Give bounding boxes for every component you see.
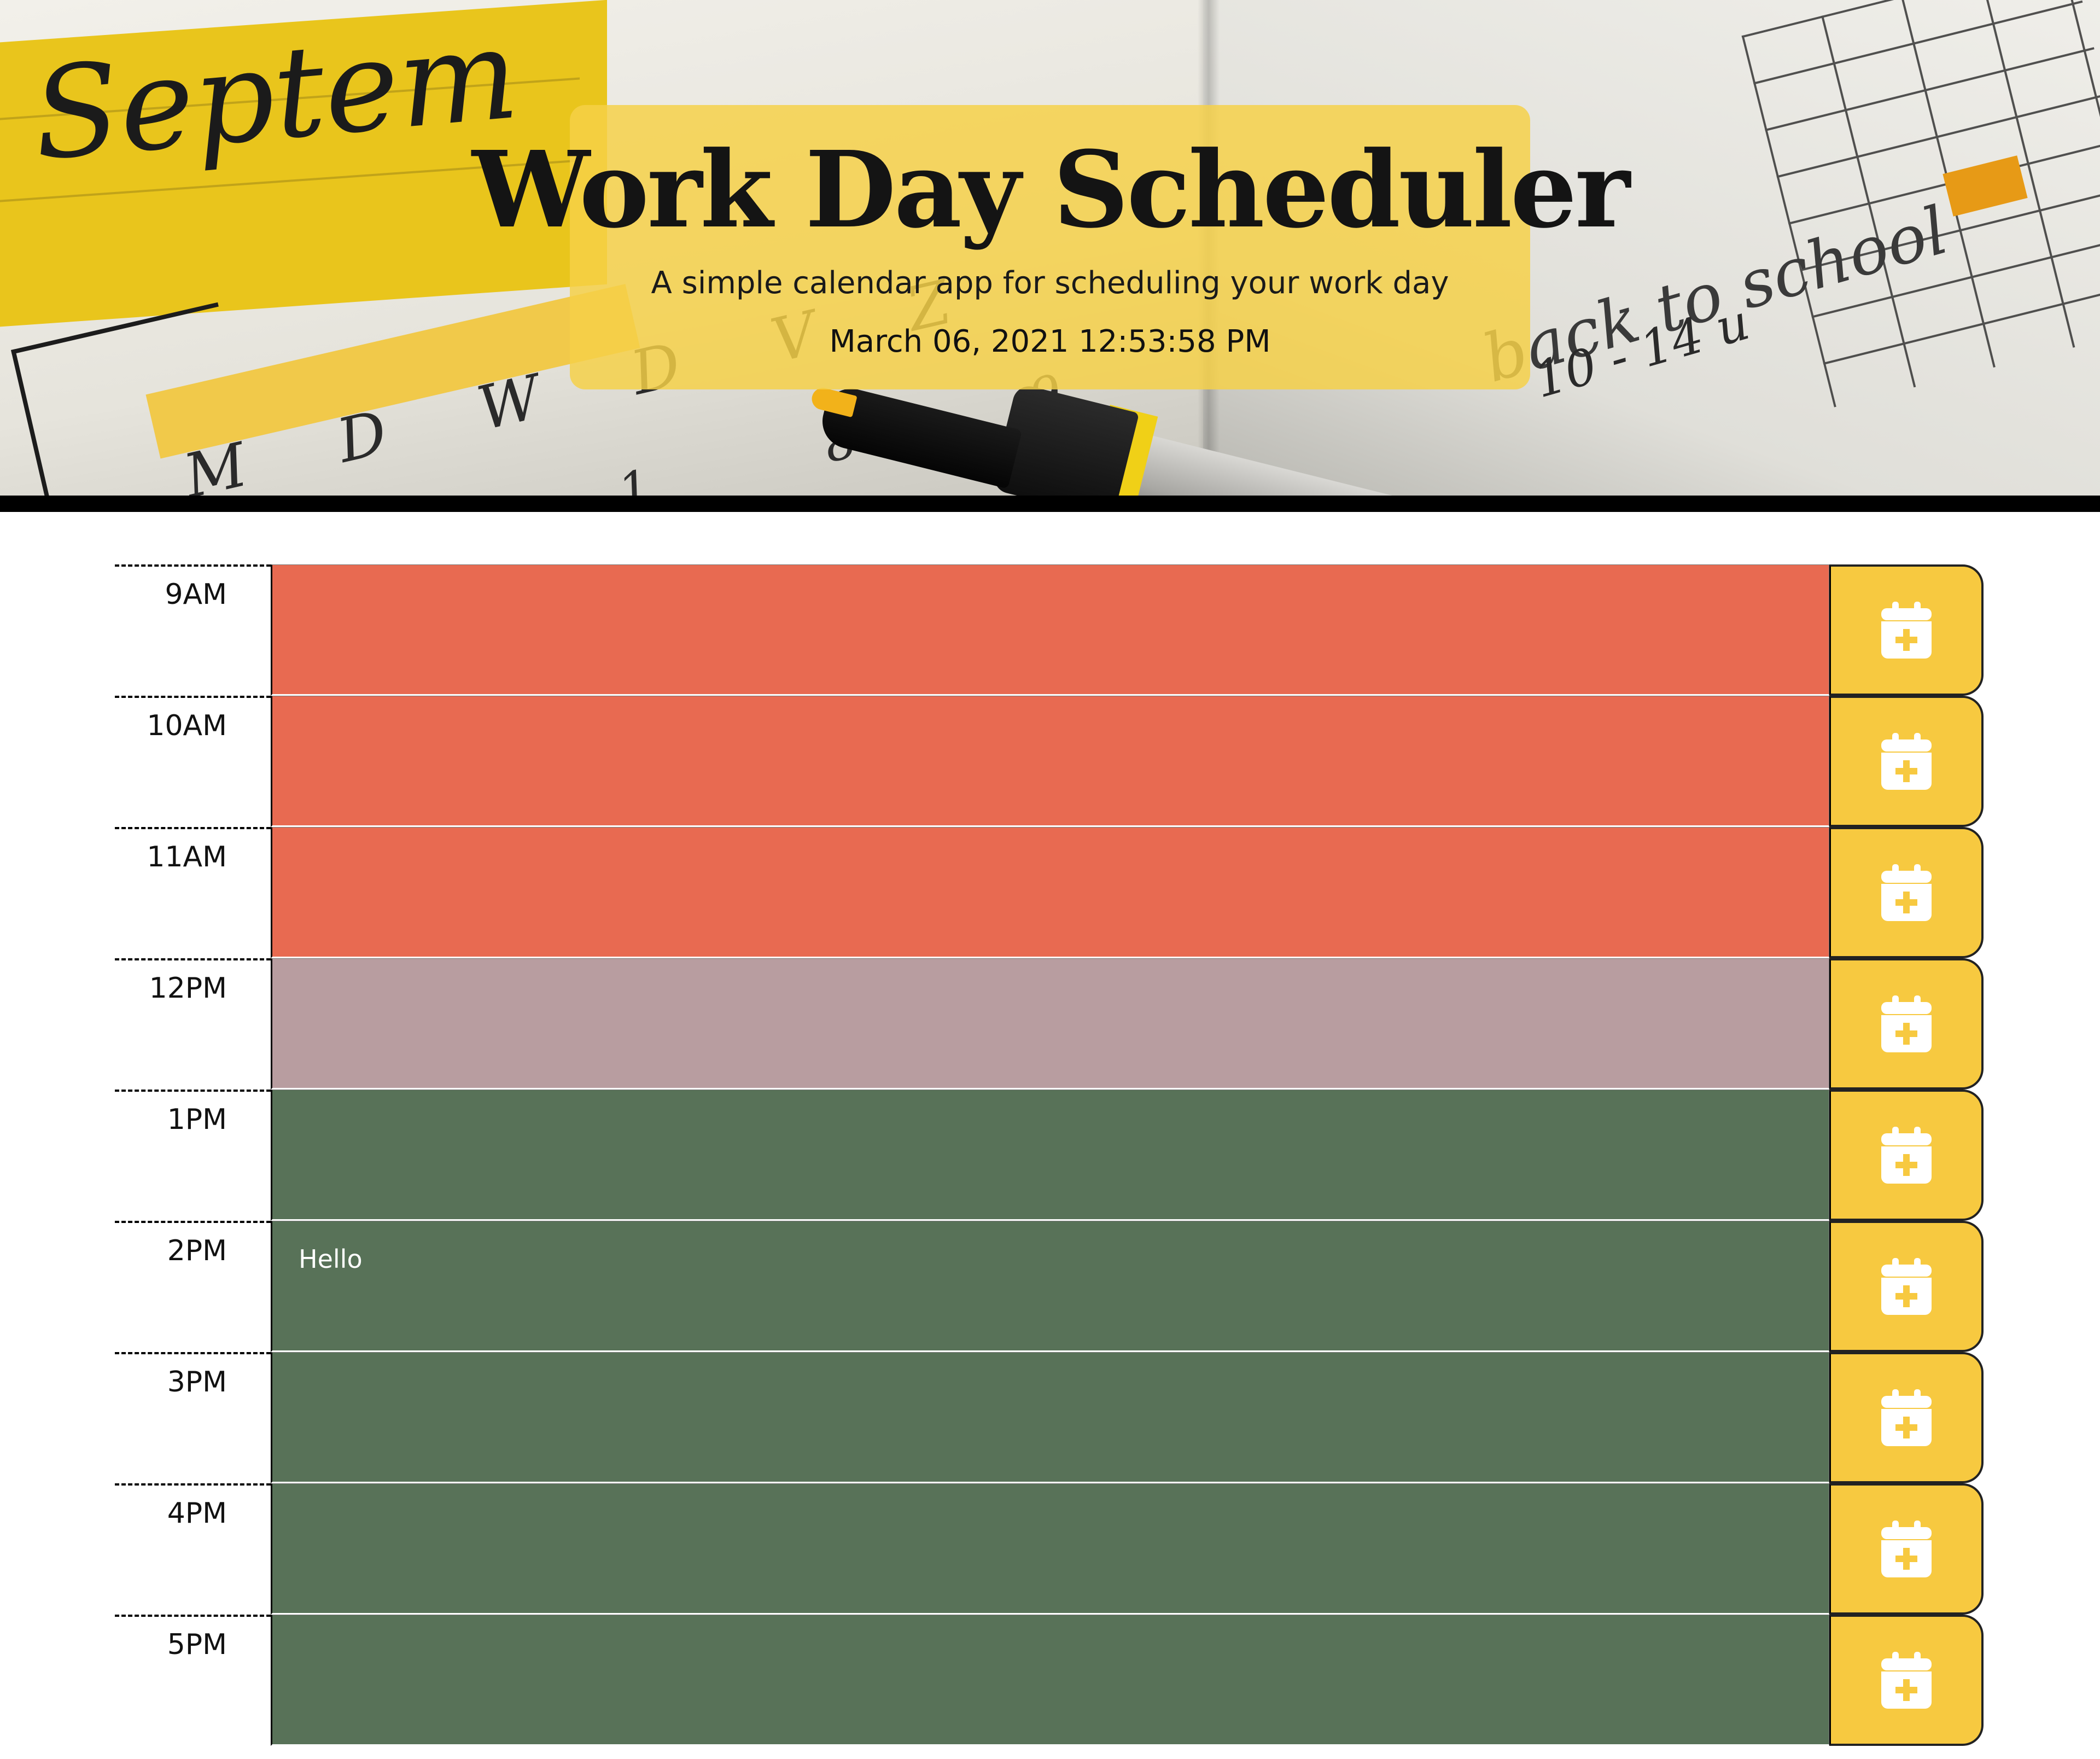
event-input-5pm[interactable] [271,1615,1829,1746]
page-title: Work Day Scheduler [472,129,1630,252]
hero-header: Septem back to school 10 - 14 u M D W D … [0,0,2100,496]
hour-label: 2PM [115,1221,271,1352]
event-input-2pm[interactable]: Hello [271,1221,1829,1352]
time-block-12pm: 12PM [0,958,2100,1090]
time-block-2pm: 2PM Hello [0,1221,2100,1352]
time-block-list: 9AM 10AM 11AM 12PM 1PM 2PM Hello 3PM 4PM… [0,564,2100,1746]
save-button-2pm[interactable] [1829,1221,1984,1352]
hour-label: 1PM [115,1090,271,1221]
calendar-plus-icon [1881,1127,1932,1184]
page-subtitle: A simple calendar app for scheduling you… [651,265,1449,301]
event-input-1pm[interactable] [271,1090,1829,1221]
hour-label: 12PM [115,958,271,1090]
event-input-10am[interactable] [271,696,1829,827]
time-block-11am: 11AM [0,827,2100,958]
calendar-plus-icon [1881,995,1932,1052]
time-block-10am: 10AM [0,696,2100,827]
time-block-1pm: 1PM [0,1090,2100,1221]
save-button-10am[interactable] [1829,696,1984,827]
hour-label: 5PM [115,1615,271,1746]
hour-label: 4PM [115,1483,271,1615]
current-datetime: March 06, 2021 12:53:58 PM [829,324,1271,359]
save-button-3pm[interactable] [1829,1352,1984,1483]
calendar-plus-icon [1881,1258,1932,1315]
time-block-3pm: 3PM [0,1352,2100,1483]
save-button-4pm[interactable] [1829,1483,1984,1615]
save-button-5pm[interactable] [1829,1615,1984,1746]
hour-label: 11AM [115,827,271,958]
calendar-plus-icon [1881,733,1932,790]
hour-label: 10AM [115,696,271,827]
time-block-5pm: 5PM [0,1615,2100,1746]
event-input-3pm[interactable] [271,1352,1829,1483]
save-button-11am[interactable] [1829,827,1984,958]
calendar-plus-icon [1881,1521,1932,1577]
save-button-9am[interactable] [1829,564,1984,696]
event-input-9am[interactable] [271,564,1829,696]
time-block-9am: 9AM [0,564,2100,696]
calendar-plus-icon [1881,864,1932,921]
hour-label: 9AM [115,564,271,696]
header-divider [0,496,2100,512]
calendar-plus-icon [1881,1389,1932,1446]
event-input-11am[interactable] [271,827,1829,958]
calendar-plus-icon [1881,602,1932,659]
event-input-12pm[interactable] [271,958,1829,1090]
time-block-4pm: 4PM [0,1483,2100,1615]
save-button-12pm[interactable] [1829,958,1984,1090]
event-input-4pm[interactable] [271,1483,1829,1615]
save-button-1pm[interactable] [1829,1090,1984,1221]
calendar-plus-icon [1881,1652,1932,1709]
hour-label: 3PM [115,1352,271,1483]
